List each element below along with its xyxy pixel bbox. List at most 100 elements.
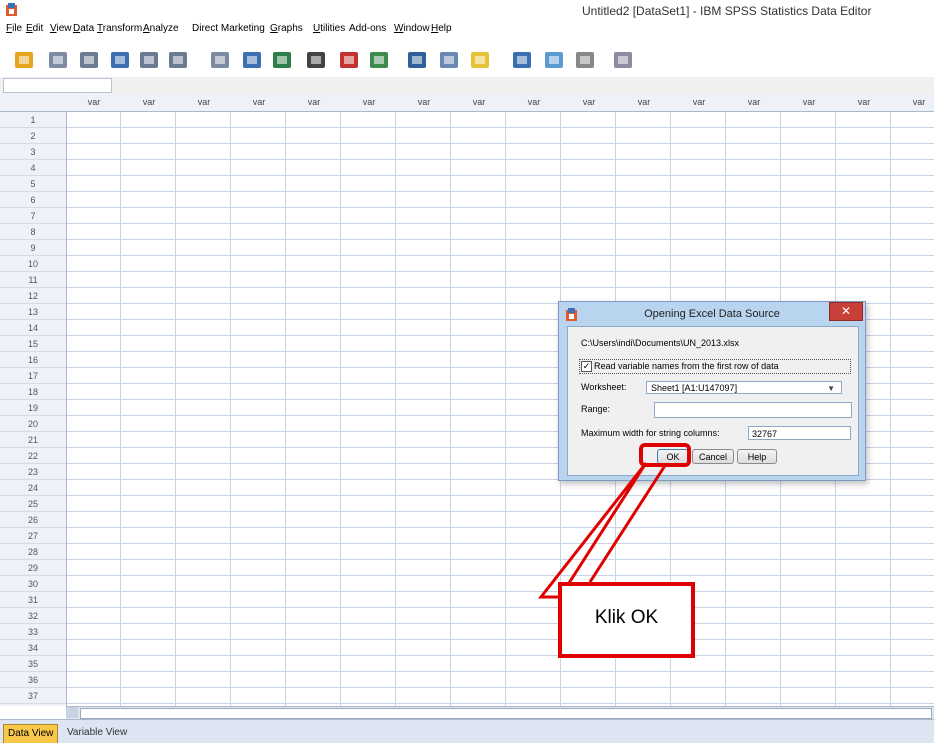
- tab-data-view[interactable]: Data View: [3, 724, 59, 743]
- redo-icon[interactable]: [166, 49, 190, 71]
- print-icon[interactable]: [77, 49, 101, 71]
- column-header[interactable]: var: [452, 97, 506, 107]
- scroll-left-arrow-icon[interactable]: [66, 707, 78, 718]
- read-names-checkbox[interactable]: ✓: [581, 361, 592, 372]
- row-number[interactable]: 29: [0, 560, 66, 576]
- menu-add-ons[interactable]: Add-ons: [349, 23, 386, 34]
- row-number[interactable]: 36: [0, 672, 66, 688]
- dialog-recall-icon[interactable]: [108, 49, 132, 71]
- column-header[interactable]: var: [67, 97, 121, 107]
- use-sets-icon[interactable]: [542, 49, 566, 71]
- select-cases-icon[interactable]: [468, 49, 492, 71]
- menu-analyze[interactable]: Analyze: [143, 23, 179, 34]
- row-number[interactable]: 5: [0, 176, 66, 192]
- split-file-icon[interactable]: [405, 49, 429, 71]
- row-number[interactable]: 3: [0, 144, 66, 160]
- column-header[interactable]: var: [727, 97, 781, 107]
- row-number[interactable]: 27: [0, 528, 66, 544]
- menu-transform[interactable]: Transform: [97, 23, 142, 34]
- menu-direct-marketing[interactable]: Direct Marketing: [192, 23, 265, 34]
- row-number[interactable]: 23: [0, 464, 66, 480]
- open-icon[interactable]: [12, 49, 36, 71]
- menu-help[interactable]: Help: [431, 23, 452, 34]
- row-number[interactable]: 10: [0, 256, 66, 272]
- menu-view[interactable]: View: [50, 23, 72, 34]
- value-labels-icon[interactable]: [510, 49, 534, 71]
- row-number[interactable]: 16: [0, 352, 66, 368]
- column-header[interactable]: var: [507, 97, 561, 107]
- row-number[interactable]: 19: [0, 400, 66, 416]
- row-number[interactable]: 6: [0, 192, 66, 208]
- menu-window[interactable]: Window: [394, 23, 430, 34]
- row-number[interactable]: 28: [0, 544, 66, 560]
- column-header[interactable]: var: [397, 97, 451, 107]
- row-number[interactable]: 35: [0, 656, 66, 672]
- read-names-option[interactable]: ✓ Read variable names from the first row…: [579, 359, 851, 374]
- tab-variable-view[interactable]: Variable View: [63, 724, 131, 742]
- row-number[interactable]: 12: [0, 288, 66, 304]
- chevron-down-icon[interactable]: ▼: [827, 382, 835, 395]
- insert-variable-icon[interactable]: [367, 49, 391, 71]
- insert-cases-icon[interactable]: [337, 49, 361, 71]
- scrollbar-thumb[interactable]: [80, 708, 932, 719]
- row-number[interactable]: 24: [0, 480, 66, 496]
- row-number[interactable]: 33: [0, 624, 66, 640]
- close-icon[interactable]: ✕: [829, 302, 863, 321]
- save-icon[interactable]: [46, 49, 70, 71]
- worksheet-select[interactable]: Sheet1 [A1:U147097] ▼: [646, 381, 842, 394]
- row-number[interactable]: 34: [0, 640, 66, 656]
- row-number[interactable]: 22: [0, 448, 66, 464]
- row-number[interactable]: 9: [0, 240, 66, 256]
- row-number[interactable]: 15: [0, 336, 66, 352]
- cell-reference-field[interactable]: [3, 78, 112, 93]
- row-number[interactable]: 37: [0, 688, 66, 704]
- column-header[interactable]: var: [342, 97, 396, 107]
- row-number[interactable]: 20: [0, 416, 66, 432]
- row-number[interactable]: 7: [0, 208, 66, 224]
- row-number[interactable]: 8: [0, 224, 66, 240]
- column-header[interactable]: var: [617, 97, 671, 107]
- column-header[interactable]: var: [782, 97, 836, 107]
- column-header[interactable]: var: [232, 97, 286, 107]
- menu-utilities[interactable]: Utilities: [313, 23, 345, 34]
- row-number[interactable]: 4: [0, 160, 66, 176]
- cancel-button[interactable]: Cancel: [692, 449, 734, 464]
- column-header[interactable]: var: [287, 97, 341, 107]
- range-input[interactable]: [654, 402, 852, 418]
- find-icon[interactable]: [304, 49, 328, 71]
- help-button[interactable]: Help: [737, 449, 777, 464]
- row-number[interactable]: 21: [0, 432, 66, 448]
- row-number[interactable]: 18: [0, 384, 66, 400]
- column-header[interactable]: var: [837, 97, 891, 107]
- row-number[interactable]: 30: [0, 576, 66, 592]
- menu-file[interactable]: File: [6, 23, 22, 34]
- row-number[interactable]: 17: [0, 368, 66, 384]
- row-number[interactable]: 31: [0, 592, 66, 608]
- column-header[interactable]: var: [892, 97, 934, 107]
- goto-variable-icon[interactable]: [240, 49, 264, 71]
- column-header[interactable]: var: [122, 97, 176, 107]
- row-number[interactable]: 26: [0, 512, 66, 528]
- menu-data[interactable]: Data: [73, 23, 94, 34]
- row-number[interactable]: 32: [0, 608, 66, 624]
- goto-case-icon[interactable]: [208, 49, 232, 71]
- row-number[interactable]: 11: [0, 272, 66, 288]
- undo-icon[interactable]: [137, 49, 161, 71]
- variables-icon[interactable]: [270, 49, 294, 71]
- worksheet-value: Sheet1 [A1:U147097]: [651, 383, 738, 393]
- row-number[interactable]: 2: [0, 128, 66, 144]
- dialog-title-bar[interactable]: Opening Excel Data Source ✕: [559, 302, 865, 326]
- spell-check-icon[interactable]: [611, 49, 635, 71]
- menu-edit[interactable]: Edit: [26, 23, 43, 34]
- max-width-input[interactable]: 32767: [748, 426, 851, 440]
- menu-graphs[interactable]: Graphs: [270, 23, 303, 34]
- row-number[interactable]: 14: [0, 320, 66, 336]
- row-number[interactable]: 1: [0, 112, 66, 128]
- row-number[interactable]: 25: [0, 496, 66, 512]
- weight-cases-icon[interactable]: [437, 49, 461, 71]
- show-all-variables-icon[interactable]: [573, 49, 597, 71]
- column-header[interactable]: var: [672, 97, 726, 107]
- column-header[interactable]: var: [562, 97, 616, 107]
- column-header[interactable]: var: [177, 97, 231, 107]
- row-number[interactable]: 13: [0, 304, 66, 320]
